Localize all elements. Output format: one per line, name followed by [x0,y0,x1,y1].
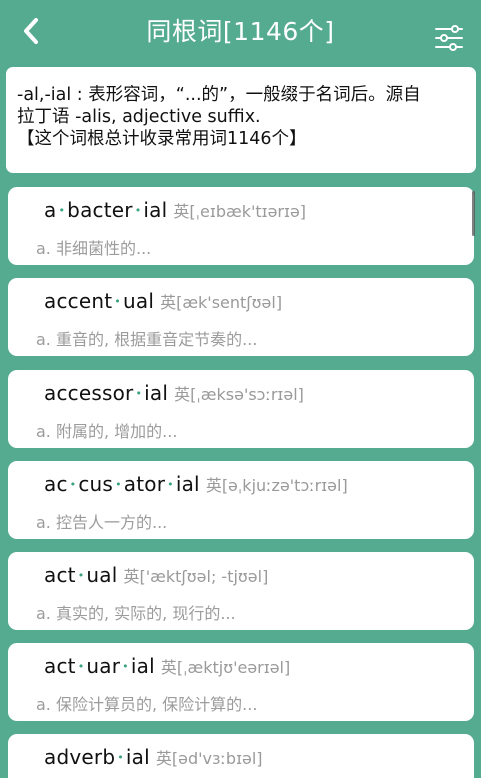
word-part: ator [123,472,166,496]
phonetic: 英[əˌkjuːzə'tɔːrɪəl] [205,476,348,495]
word-card[interactable]: a • bacter • ial 英[ˌeɪbæk'tɪərɪə] a. 非细菌性的... [8,187,474,265]
phonetic: 英[ˌæktjʊ'eərɪəl] [160,658,291,677]
word-part: a [44,198,57,222]
phonetic: 英[æk'sentʃʊəl] [160,293,283,312]
word-line: ac • cus • ator • ial 英[əˌkjuːzə'tɔːrɪəl] [44,472,348,498]
meaning: a. 重音的, 根据重音定节奏的... [36,330,258,349]
syllable-dot-icon: • [135,387,143,400]
word-part: ual [86,563,118,587]
word-part: act [44,563,76,587]
syllable-dot-icon: • [69,478,77,491]
meaning: a. 非细菌性的... [36,239,152,258]
syllable-dot-icon: • [114,295,121,308]
phonetic: 英[əd'vɜːbɪəl] [155,749,263,768]
word-syllables: ac • cus • ator • ial [44,472,200,496]
word-card[interactable]: act • uar • ial 英[ˌæktjʊ'eərɪəl] a. 保险计算员的, 保险… [8,643,474,721]
meaning: a. 附属的, 增加的... [36,422,178,441]
syllable-dot-icon: • [77,569,85,582]
syllable-dot-icon: • [122,660,129,673]
word-part: ial [125,745,150,769]
word-part: ial [175,472,200,496]
meaning: a. 真实的, 实际的, 现行的... [36,604,236,623]
word-part: ial [143,198,168,222]
word-line: act • ual 英['æktʃʊəl; -tjʊəl] [44,563,268,589]
word-syllables: a • bacter • ial [44,198,167,222]
syllable-dot-icon: • [115,478,122,491]
word-line: act • uar • ial 英[ˌæktjʊ'eərɪəl] [44,654,290,680]
word-syllables: act • ual [44,563,118,587]
word-card[interactable]: ac • cus • ator • ial 英[əˌkjuːzə'tɔːrɪəl] a. 控告人… [8,461,474,539]
word-list: a • bacter • ial 英[ˌeɪbæk'tɪərɪə] a. 非细菌性的... a… [0,0,481,778]
word-part: bacter [67,198,133,222]
word-part: ac [44,472,68,496]
word-line: accessor • ial 英[ˌæksə'sɔːrɪəl] [44,381,304,407]
syllable-dot-icon: • [167,478,174,491]
syllable-dot-icon: • [58,204,66,217]
word-card[interactable]: adverb • ial 英[əd'vɜːbɪəl] [8,734,474,778]
word-part: act [44,654,76,678]
word-part: adverb [44,745,116,769]
word-part: accent [44,289,113,313]
phonetic: 英[ˌeɪbæk'tɪərɪə] [173,202,307,221]
word-part: cus [78,472,114,496]
phonetic: 英['æktʃʊəl; -tjʊəl] [123,567,269,586]
word-part: uar [86,654,121,678]
word-card[interactable]: accessor • ial 英[ˌæksə'sɔːrɪəl] a. 附属的, 增加的.… [8,370,474,448]
word-line: adverb • ial 英[əd'vɜːbɪəl] [44,745,263,771]
word-syllables: accessor • ial [44,381,168,405]
word-line: a • bacter • ial 英[ˌeɪbæk'tɪərɪə] [44,198,306,224]
meaning: a. 保险计算员的, 保险计算的... [36,695,258,714]
word-card[interactable]: accent • ual 英[æk'sentʃʊəl] a. 重音的, 根据重音定节奏的… [8,278,474,356]
syllable-dot-icon: • [77,660,85,673]
scrollbar[interactable] [472,191,475,236]
word-line: accent • ual 英[æk'sentʃʊəl] [44,289,282,315]
word-part: ial [144,381,169,405]
word-part: accessor [44,381,134,405]
word-syllables: adverb • ial [44,745,150,769]
phonetic: 英[ˌæksə'sɔːrɪəl] [174,385,304,404]
syllable-dot-icon: • [117,751,124,764]
syllable-dot-icon: • [134,204,142,217]
word-part: ual [122,289,155,313]
word-card[interactable]: act • ual 英['æktʃʊəl; -tjʊəl] a. 真实的, 实际的, 现… [8,552,474,630]
word-syllables: accent • ual [44,289,154,313]
meaning: a. 控告人一方的... [36,513,168,532]
word-part: ial [130,654,155,678]
word-syllables: act • uar • ial [44,654,155,678]
